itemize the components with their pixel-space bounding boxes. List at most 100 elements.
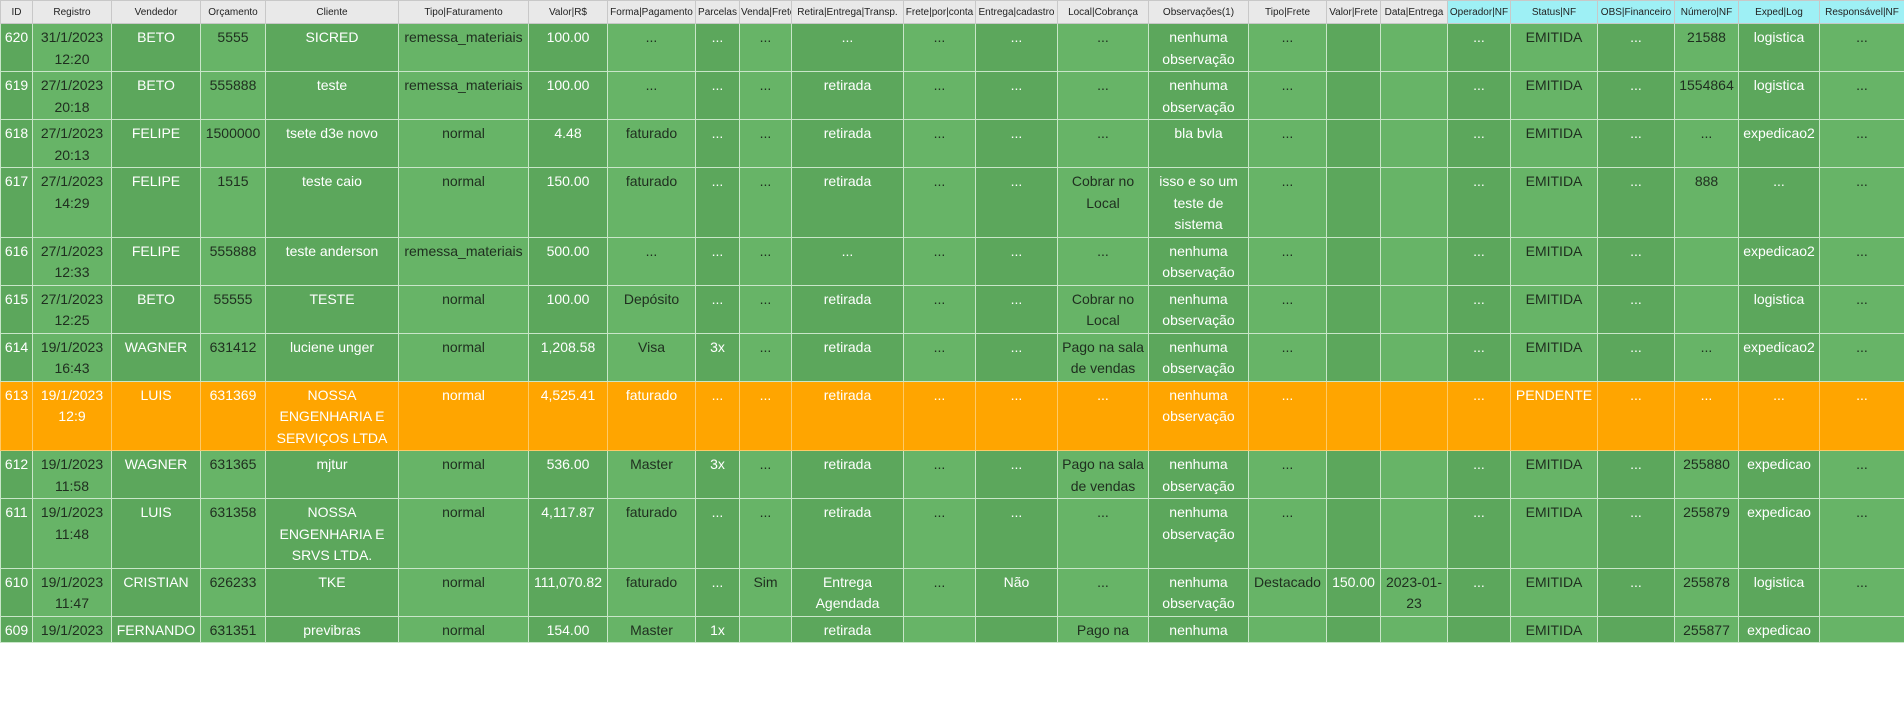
table-cell: ... xyxy=(1057,236,1149,286)
table-row[interactable]: 613 19/1/2023 12:9 LUIS 631369 NOSSA ENGENHA… xyxy=(0,380,1904,451)
table-cell: nenhuma observação xyxy=(1148,71,1249,120)
column-header[interactable]: Valor|R$ xyxy=(528,0,608,24)
table-cell: EMITIDA xyxy=(1510,498,1598,569)
table-cell: ... xyxy=(1674,380,1739,451)
column-header[interactable]: Frete|por|conta xyxy=(903,0,976,24)
table-cell: ... xyxy=(1248,23,1327,72)
table-row[interactable]: 619 27/1/2023 20:18 BETO 555888 teste remessa… xyxy=(0,71,1904,120)
column-header[interactable]: Vendedor xyxy=(111,0,201,24)
table-cell: ... xyxy=(1819,167,1904,238)
table-cell: logistica xyxy=(1738,284,1820,334)
table-cell xyxy=(1326,71,1381,120)
table-row[interactable]: 620 31/1/2023 12:20 BETO 5555 SICRED remessa_… xyxy=(0,23,1904,72)
table-cell: ... xyxy=(1597,236,1675,286)
column-header[interactable]: Local|Cobrança xyxy=(1057,0,1149,24)
table-row[interactable]: 609 19/1/2023 FERNANDO 631351 previbras norma… xyxy=(0,615,1904,643)
table-cell: ... xyxy=(695,284,740,334)
table-cell: FERNANDO xyxy=(111,615,201,643)
table-row[interactable]: 618 27/1/2023 20:13 FELIPE 1500000 tsete d3e… xyxy=(0,119,1904,168)
column-header[interactable]: Exped|Log xyxy=(1738,0,1820,24)
table-cell: Pago na sala de vendas xyxy=(1057,332,1149,382)
column-header[interactable]: Status|NF xyxy=(1510,0,1598,24)
table-cell: normal xyxy=(398,450,529,499)
table-cell: 5555 xyxy=(200,23,266,72)
table-cell: WAGNER xyxy=(111,450,201,499)
table-cell xyxy=(1380,23,1448,72)
table-cell: Depósito xyxy=(607,284,696,334)
table-cell: nenhuma observação xyxy=(1148,332,1249,382)
table-cell: 100.00 xyxy=(528,284,608,334)
table-cell: 19/1/2023 11:48 xyxy=(32,498,112,569)
column-header[interactable]: OBS|Financeiro xyxy=(1597,0,1675,24)
table-cell: faturado xyxy=(607,167,696,238)
table-cell xyxy=(1674,284,1739,334)
table-cell: 612 xyxy=(0,450,33,499)
table-cell: retirada xyxy=(791,380,904,451)
table-cell: 27/1/2023 20:18 xyxy=(32,71,112,120)
table-cell: ... xyxy=(695,167,740,238)
column-header[interactable]: Tipo|Frete xyxy=(1248,0,1327,24)
column-header[interactable]: Data|Entrega xyxy=(1380,0,1448,24)
table-row[interactable]: 611 19/1/2023 11:48 LUIS 631358 NOSSA ENGENH… xyxy=(0,498,1904,569)
column-header[interactable]: Cliente xyxy=(265,0,399,24)
table-cell: Não xyxy=(975,567,1058,617)
table-row[interactable]: 614 19/1/2023 16:43 WAGNER 631412 luciene un… xyxy=(0,332,1904,382)
column-header[interactable]: Valor|Frete xyxy=(1326,0,1381,24)
table-row[interactable]: 616 27/1/2023 12:33 FELIPE 555888 teste ande… xyxy=(0,236,1904,286)
table-cell: ... xyxy=(1597,284,1675,334)
table-cell: ... xyxy=(1819,450,1904,499)
table-cell: 150.00 xyxy=(1326,567,1381,617)
table-cell: ... xyxy=(1248,236,1327,286)
column-header[interactable]: Operador|NF xyxy=(1447,0,1511,24)
table-cell xyxy=(1380,167,1448,238)
column-header[interactable]: Venda|Frete xyxy=(739,0,792,24)
column-header[interactable]: Tipo|Faturamento xyxy=(398,0,529,24)
table-cell: ... xyxy=(975,71,1058,120)
column-header[interactable]: Retira|Entrega|Transp. xyxy=(791,0,904,24)
table-cell: ... xyxy=(739,236,792,286)
table-cell: ... xyxy=(1447,71,1511,120)
table-cell: expedicao2 xyxy=(1738,119,1820,168)
table-row[interactable]: 610 19/1/2023 11:47 CRISTIAN 626233 TKE norma… xyxy=(0,567,1904,617)
table-cell: nenhuma observação xyxy=(1148,498,1249,569)
table-row[interactable]: 612 19/1/2023 11:58 WAGNER 631365 mjtur norma… xyxy=(0,450,1904,499)
table-cell xyxy=(1326,119,1381,168)
table-cell: 255879 xyxy=(1674,498,1739,569)
table-cell xyxy=(1326,615,1381,643)
table-cell: 1515 xyxy=(200,167,266,238)
table-cell: ... xyxy=(1447,167,1511,238)
table-cell: 19/1/2023 xyxy=(32,615,112,643)
table-cell: ... xyxy=(1057,23,1149,72)
column-header[interactable]: Entrega|cadastro xyxy=(975,0,1058,24)
table-cell: 19/1/2023 16:43 xyxy=(32,332,112,382)
table-cell: ... xyxy=(695,119,740,168)
table-cell: 631369 xyxy=(200,380,266,451)
table-cell: ... xyxy=(739,167,792,238)
column-header[interactable]: Responsável|NF xyxy=(1819,0,1904,24)
table-cell: ... xyxy=(1248,498,1327,569)
column-header[interactable]: Número|NF xyxy=(1674,0,1739,24)
table-cell: ... xyxy=(1248,167,1327,238)
table-cell: ... xyxy=(903,567,976,617)
table-cell: ... xyxy=(1819,23,1904,72)
table-cell xyxy=(1380,119,1448,168)
column-header[interactable]: Parcelas xyxy=(695,0,740,24)
column-header[interactable]: ID xyxy=(0,0,33,24)
table-cell: ... xyxy=(1447,119,1511,168)
table-cell: expedicao xyxy=(1738,450,1820,499)
table-cell: FELIPE xyxy=(111,167,201,238)
column-header[interactable]: Observações(1) xyxy=(1148,0,1249,24)
table-cell: ... xyxy=(1819,498,1904,569)
table-row[interactable]: 617 27/1/2023 14:29 FELIPE 1515 teste caio no… xyxy=(0,167,1904,238)
table-cell: ... xyxy=(1819,567,1904,617)
column-header[interactable]: Registro xyxy=(32,0,112,24)
column-header[interactable]: Forma|Pagamento xyxy=(607,0,696,24)
table-cell xyxy=(975,615,1058,643)
table-row[interactable]: 615 27/1/2023 12:25 BETO 55555 TESTE normal 10… xyxy=(0,284,1904,334)
table-cell: nenhuma observação xyxy=(1148,23,1249,72)
table-cell: ... xyxy=(1597,332,1675,382)
table-cell: normal xyxy=(398,615,529,643)
column-header[interactable]: Orçamento xyxy=(200,0,266,24)
table-cell: BETO xyxy=(111,23,201,72)
table-body: 620 31/1/2023 12:20 BETO 5555 SICRED remessa_… xyxy=(0,23,1904,643)
